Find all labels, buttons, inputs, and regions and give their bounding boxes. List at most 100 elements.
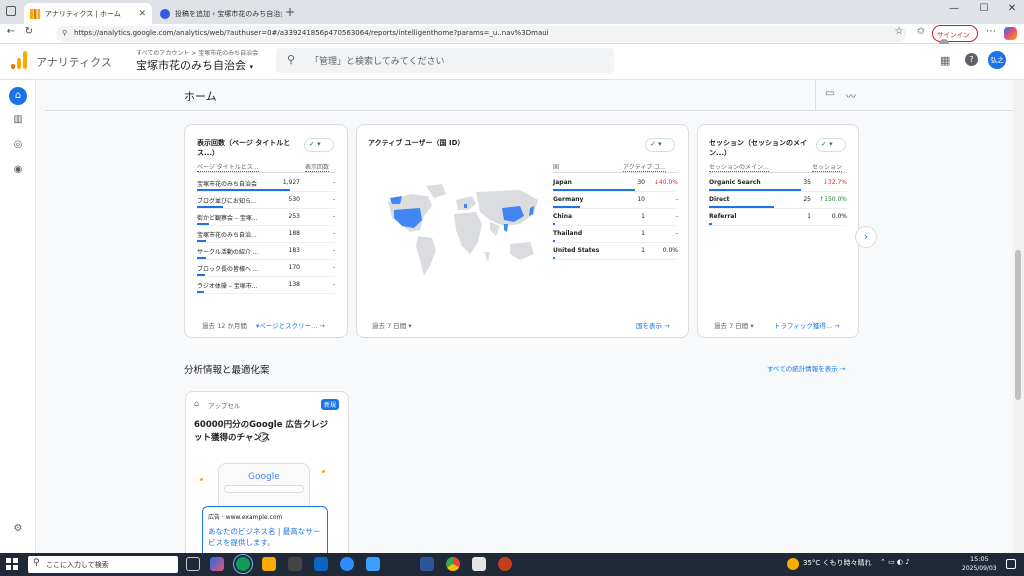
word-icon[interactable] xyxy=(420,557,434,571)
reports-icon[interactable]: ▥ xyxy=(10,112,26,128)
table-row[interactable]: Japan 30 ↓40.0% xyxy=(553,175,678,192)
link-label: ページとスクリー... xyxy=(259,322,318,330)
row-delta: - xyxy=(332,281,335,288)
table-row[interactable]: Referral 1 0.0% xyxy=(709,209,847,226)
signin-button[interactable]: サインイン xyxy=(932,25,978,49)
insight-check-dropdown[interactable]: ✓ ▾ xyxy=(304,138,334,152)
close-window-icon[interactable]: ✕ xyxy=(998,3,1024,14)
system-tray-icons[interactable]: ⌃ ▭ ◐ ♪ xyxy=(880,558,910,566)
view-acquisition-link[interactable]: トラフィック獲得... → xyxy=(774,320,840,330)
powerpoint-icon[interactable] xyxy=(498,557,512,571)
row-bar xyxy=(197,257,206,259)
row-value: 1 xyxy=(641,247,645,254)
more-menu-icon[interactable]: ⋯ xyxy=(984,26,998,37)
copilot-icon[interactable] xyxy=(1004,27,1017,40)
row-value: 35 xyxy=(803,179,811,186)
row-label: サークル活動の紹介 ... xyxy=(197,249,259,256)
row-label: 宝塚市花のみち自治会 xyxy=(197,181,258,188)
table-row[interactable]: Direct 25 ↑150.0% xyxy=(709,192,847,209)
home-icon[interactable]: ⌂ xyxy=(9,87,27,105)
close-tab-icon[interactable]: ✕ xyxy=(138,9,146,19)
next-cards-button[interactable]: › xyxy=(855,226,877,248)
view-countries-link[interactable]: 国を表示 → xyxy=(636,320,670,330)
table-row[interactable]: ラジオ体操 – 宝塚市... 138 - xyxy=(197,277,335,294)
link-label: トラフィック獲得... xyxy=(774,322,833,330)
search-input[interactable]: 「管理」と検索してみてください xyxy=(276,48,614,73)
url-field[interactable]: https://analytics.google.com/analytics/w… xyxy=(56,26,906,42)
zoom-icon[interactable] xyxy=(340,557,354,571)
tab-wordpress[interactable]: 投稿を追加 ‹ 宝塚市花のみち自治会 ✕ xyxy=(154,3,282,24)
minimize-icon[interactable]: — xyxy=(940,3,968,14)
insight-check-dropdown[interactable]: ✓ ▾ xyxy=(816,138,846,152)
view-all-insights-link[interactable]: すべての統計情報を表示 → xyxy=(767,363,845,373)
explore-icon[interactable]: ◎ xyxy=(10,137,26,153)
period-selector[interactable]: 過去 7 日間 ▾ xyxy=(714,320,754,330)
table-row[interactable]: 街かど観察会 – 宝塚... 253 - xyxy=(197,209,335,226)
back-icon[interactable]: ← xyxy=(4,26,18,37)
favorites-icon[interactable]: ✩ xyxy=(914,26,928,37)
settings-gear-icon[interactable]: ⚙ xyxy=(10,521,26,537)
task-view-icon[interactable] xyxy=(186,557,200,571)
insight-check-dropdown[interactable]: ✓ ▾ xyxy=(645,138,675,152)
table-row[interactable]: サークル活動の紹介 ... 183 - xyxy=(197,243,335,260)
table-row[interactable]: China 1 - xyxy=(553,209,678,226)
table-row[interactable]: ブロック長の皆様へ ... 170 - xyxy=(197,260,335,277)
calculator-icon[interactable] xyxy=(288,557,302,571)
copilot-taskbar-icon[interactable] xyxy=(210,557,224,571)
refresh-icon[interactable]: ↻ xyxy=(22,26,36,37)
site-info-icon[interactable]: ⚲ xyxy=(62,29,67,37)
row-value: 1,927 xyxy=(282,179,300,186)
row-delta: 0.0% xyxy=(831,213,847,220)
breadcrumb[interactable]: すべてのアカウント > 宝塚市花のみち自治会 xyxy=(136,48,258,57)
new-tab-icon[interactable]: + xyxy=(285,5,295,19)
property-selector[interactable]: 宝塚市花のみち自治会 ▾ xyxy=(136,57,253,73)
windows-start-icon[interactable] xyxy=(6,558,18,570)
edge-icon[interactable] xyxy=(233,554,253,574)
table-row[interactable]: Organic Search 35 ↓32.7% xyxy=(709,175,847,192)
table-row[interactable]: ブログ並びにお知ら... 530 - xyxy=(197,192,335,209)
table-row[interactable]: 宝塚市花のみち自治... 188 - xyxy=(197,226,335,243)
ga-logo-icon[interactable] xyxy=(11,51,27,69)
clock-date[interactable]: 2025/09/03 xyxy=(962,565,997,572)
view-pages-link[interactable]: ▾ページとスクリー... → xyxy=(256,320,325,330)
row-delta: - xyxy=(332,264,335,271)
outlook-icon[interactable] xyxy=(314,557,328,571)
app-icon[interactable] xyxy=(366,557,380,571)
notification-icon[interactable] xyxy=(1006,559,1016,569)
clock-time[interactable]: 15:05 xyxy=(970,555,989,563)
file-explorer-icon[interactable] xyxy=(262,557,276,571)
table-row[interactable]: Germany 10 - xyxy=(553,192,678,209)
chrome-icon[interactable] xyxy=(446,557,460,571)
chevron-down-icon: ▾ xyxy=(408,322,412,330)
link-label: 国を表示 xyxy=(636,322,662,330)
row-bar xyxy=(553,257,555,259)
row-value: 138 xyxy=(288,281,300,288)
header-divider xyxy=(815,80,816,110)
row-delta: ↑150.0% xyxy=(819,196,847,203)
tab-analytics[interactable]: アナリティクス | ホーム ✕ xyxy=(24,3,152,24)
row-bar xyxy=(709,206,774,208)
help-icon[interactable]: ? xyxy=(965,53,978,66)
row-label: Japan xyxy=(553,179,572,186)
advertising-icon[interactable]: ◉ xyxy=(10,162,26,178)
note-icon[interactable]: ▭ xyxy=(825,88,834,99)
period-selector[interactable]: 過去 7 日間 ▾ xyxy=(372,320,412,330)
chevron-down-icon: ▾ xyxy=(750,322,754,330)
apps-grid-icon[interactable]: ▦ xyxy=(940,54,950,67)
row-label: Referral xyxy=(709,213,737,220)
table-row[interactable]: 宝塚市花のみち自治会 1,927 - xyxy=(197,175,335,192)
avatar[interactable]: 弘之 xyxy=(988,51,1006,69)
insights-sparkle-icon[interactable]: 〰 xyxy=(846,88,856,103)
bookmark-star-icon[interactable]: ☆ xyxy=(892,26,906,37)
tab-actions-icon[interactable] xyxy=(6,6,16,16)
help-circle-icon[interactable]: ? xyxy=(258,432,268,442)
weather-label[interactable]: 35°C くもり時々晴れ xyxy=(803,558,872,568)
table-row[interactable]: United States 1 0.0% xyxy=(553,243,678,260)
music-icon[interactable] xyxy=(472,557,486,571)
row-label: Organic Search xyxy=(709,179,761,186)
table-row[interactable]: Thailand 1 - xyxy=(553,226,678,243)
maximize-icon[interactable]: ☐ xyxy=(970,3,998,14)
scrollbar-thumb[interactable] xyxy=(1015,250,1021,400)
column-header: 表示回数 xyxy=(305,164,330,172)
taskbar-search-input[interactable]: ここに入力して検索 xyxy=(28,556,178,573)
